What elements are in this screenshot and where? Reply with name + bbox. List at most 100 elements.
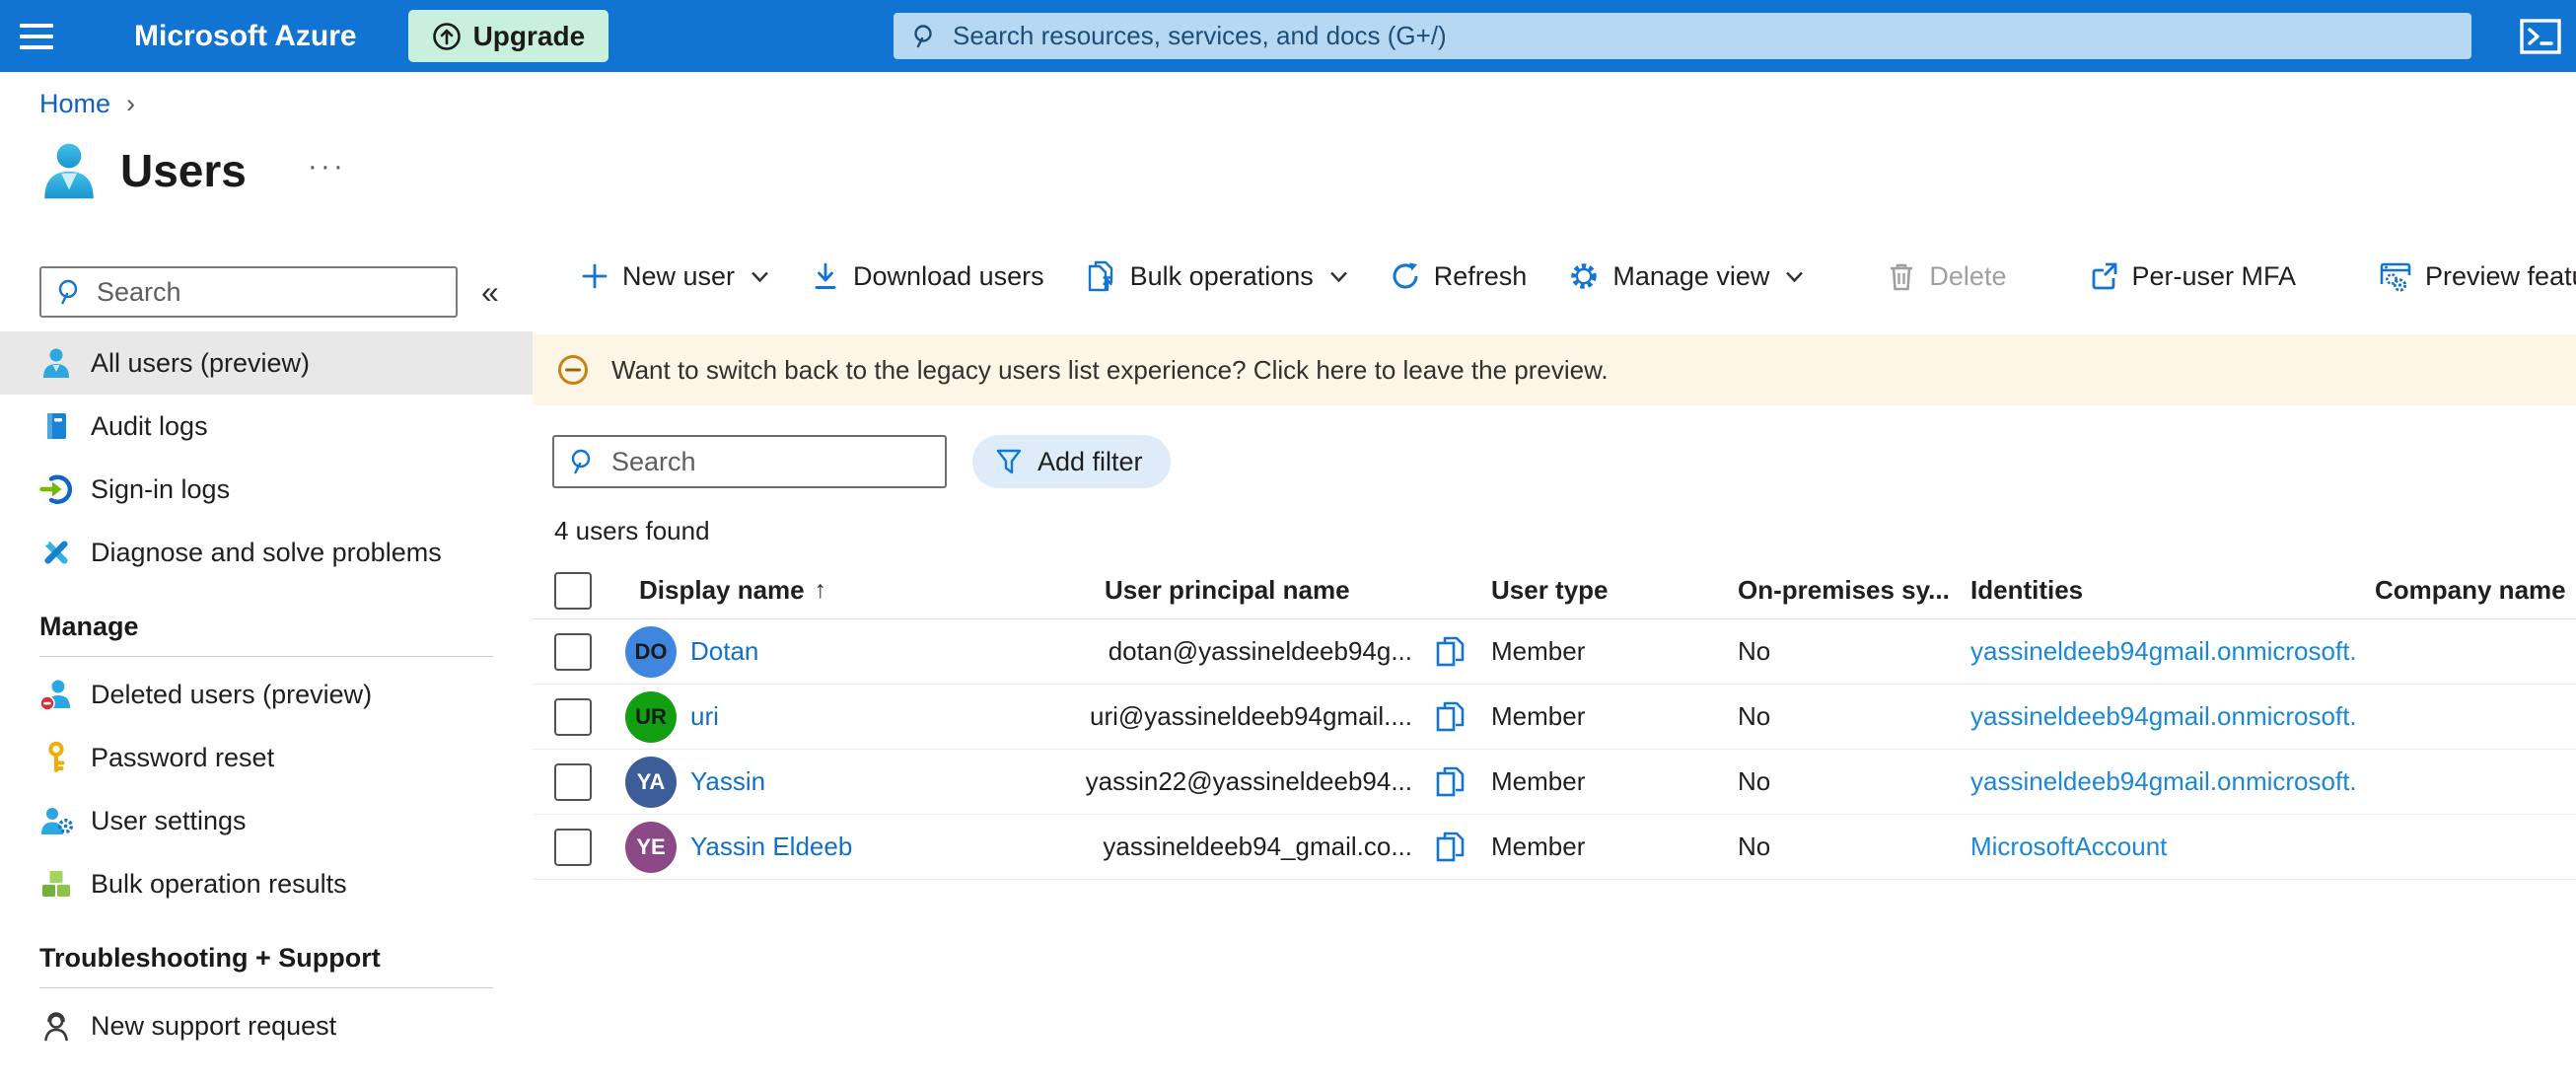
password-reset-key-icon <box>48 741 65 772</box>
copy-icon[interactable] <box>1434 764 1466 800</box>
table-row: UR uri uri@yassineldeeb94gmail.... Membe… <box>533 685 2576 750</box>
upgrade-arrow-icon <box>432 22 461 50</box>
sidebar-item-label: Password reset <box>91 742 275 772</box>
sidebar-item-password-reset[interactable]: Password reset <box>0 726 533 789</box>
sidebar-item-label: User settings <box>91 805 247 835</box>
sidebar-item-label: Bulk operation results <box>91 868 347 899</box>
chevron-down-icon <box>751 271 768 282</box>
bulk-operations-button[interactable]: Bulk operations <box>1086 259 1348 293</box>
display-name-link[interactable]: Dotan <box>690 636 758 667</box>
bulk-operation-results-icon <box>42 871 70 897</box>
per-user-mfa-button[interactable]: Per-user MFA <box>2089 261 2296 292</box>
display-name-link[interactable]: uri <box>690 701 719 732</box>
users-page-icon <box>44 143 94 199</box>
deleted-users-icon <box>39 680 70 711</box>
display-name-link[interactable]: Yassin <box>690 766 765 797</box>
support-request-icon <box>44 1012 68 1042</box>
banner-message[interactable]: Want to switch back to the legacy users … <box>611 355 1609 386</box>
users-search-box[interactable] <box>552 435 947 488</box>
sidebar-search-input[interactable] <box>97 276 442 308</box>
sign-in-logs-icon <box>39 474 73 504</box>
on-premises-sync: No <box>1738 766 1771 796</box>
breadcrumb-chevron-icon: › <box>126 89 136 118</box>
sidebar-item-label: All users (preview) <box>91 347 311 378</box>
upgrade-button[interactable]: Upgrade <box>407 10 609 62</box>
breadcrumb-home-link[interactable]: Home <box>39 89 110 119</box>
sidebar-item-label: Deleted users (preview) <box>91 679 373 709</box>
new-user-button[interactable]: New user <box>580 261 769 292</box>
user-type: Member <box>1491 832 1586 861</box>
global-search-input[interactable] <box>953 21 2454 51</box>
display-name-link[interactable]: Yassin Eldeeb <box>690 832 852 862</box>
identity-link[interactable]: yassineldeeb94gmail.onmicrosoft. <box>1970 701 2357 731</box>
sidebar-collapse-button[interactable]: « <box>481 274 499 311</box>
on-premises-sync: No <box>1738 832 1771 861</box>
avatar: YE <box>625 821 677 873</box>
sidebar-item-bulk-results[interactable]: Bulk operation results <box>0 852 533 915</box>
user-type: Member <box>1491 636 1586 666</box>
preview-features-button[interactable]: Preview features <box>2379 260 2576 292</box>
copy-icon[interactable] <box>1434 699 1466 735</box>
sidebar-item-all-users[interactable]: All users (preview) <box>0 331 533 395</box>
page-title-bar: Users ··· <box>39 140 346 201</box>
user-type: Member <box>1491 701 1586 731</box>
copy-icon[interactable] <box>1434 830 1466 865</box>
sidebar-search-box[interactable] <box>39 266 458 318</box>
table-header-row: Display name ↑ User principal name User … <box>533 562 2576 619</box>
preview-features-icon <box>2380 262 2411 292</box>
avatar: DO <box>625 625 677 678</box>
divider <box>39 987 493 988</box>
filter-row: Add filter <box>552 435 2576 488</box>
download-users-button[interactable]: Download users <box>811 261 1044 292</box>
refresh-button[interactable]: Refresh <box>1390 260 1527 292</box>
main-content: New user Download users Bulk operations <box>533 242 2576 1085</box>
all-users-icon <box>43 348 69 378</box>
search-icon <box>914 24 932 47</box>
info-minus-icon <box>558 355 588 385</box>
sidebar-item-sign-in-logs[interactable]: Sign-in logs <box>0 458 533 521</box>
identity-link[interactable]: yassineldeeb94gmail.onmicrosoft. <box>1970 636 2357 666</box>
manage-view-button[interactable]: Manage view <box>1568 260 1804 292</box>
header-user-type[interactable]: User type <box>1479 575 1726 606</box>
hamburger-menu-icon[interactable] <box>0 0 73 72</box>
page-more-button[interactable]: ··· <box>308 150 346 183</box>
select-all-checkbox[interactable] <box>554 571 592 610</box>
azure-top-bar: Microsoft Azure Upgrade <box>0 0 2576 72</box>
global-search-box[interactable] <box>894 13 2471 59</box>
users-table: Display name ↑ User principal name User … <box>533 562 2576 880</box>
identity-link[interactable]: yassineldeeb94gmail.onmicrosoft. <box>1970 766 2357 796</box>
upgrade-label: Upgrade <box>472 20 586 51</box>
sidebar-item-diagnose[interactable]: Diagnose and solve problems <box>0 521 533 584</box>
sidebar-item-deleted-users[interactable]: Deleted users (preview) <box>0 663 533 726</box>
sidebar-item-new-support-request[interactable]: New support request <box>0 994 533 1057</box>
search-icon <box>571 449 591 474</box>
user-principal-name: dotan@yassineldeeb94g... <box>1108 636 1412 666</box>
delete-button[interactable]: Delete <box>1887 260 2006 292</box>
header-identities[interactable]: Identities <box>1963 575 2369 606</box>
header-company-name[interactable]: Company name <box>2369 575 2576 606</box>
audit-logs-icon <box>47 413 66 439</box>
header-on-premises[interactable]: On-premises sy... <box>1726 575 1963 606</box>
avatar: YA <box>625 756 677 808</box>
sidebar-section-manage: Manage <box>39 612 139 641</box>
users-search-input[interactable] <box>611 446 931 477</box>
row-checkbox[interactable] <box>554 762 592 801</box>
cloud-shell-icon[interactable] <box>2519 18 2562 55</box>
sort-ascending-icon: ↑ <box>814 576 827 604</box>
divider <box>39 656 493 657</box>
header-display-name[interactable]: Display name ↑ <box>611 575 1065 606</box>
on-premises-sync: No <box>1738 636 1771 666</box>
user-principal-name: yassineldeeb94_gmail.co... <box>1103 832 1412 861</box>
row-checkbox[interactable] <box>554 828 592 866</box>
header-user-principal-name[interactable]: User principal name <box>1065 575 1420 606</box>
row-checkbox[interactable] <box>554 632 592 671</box>
sidebar-item-user-settings[interactable]: User settings <box>0 789 533 852</box>
on-premises-sync: No <box>1738 701 1771 731</box>
identity-link[interactable]: MicrosoftAccount <box>1970 832 2167 861</box>
copy-icon[interactable] <box>1434 634 1466 670</box>
add-filter-button[interactable]: Add filter <box>972 435 1171 488</box>
trash-icon <box>1891 263 1913 291</box>
row-checkbox[interactable] <box>554 697 592 736</box>
sidebar-item-audit-logs[interactable]: Audit logs <box>0 395 533 458</box>
user-settings-icon <box>41 808 73 834</box>
